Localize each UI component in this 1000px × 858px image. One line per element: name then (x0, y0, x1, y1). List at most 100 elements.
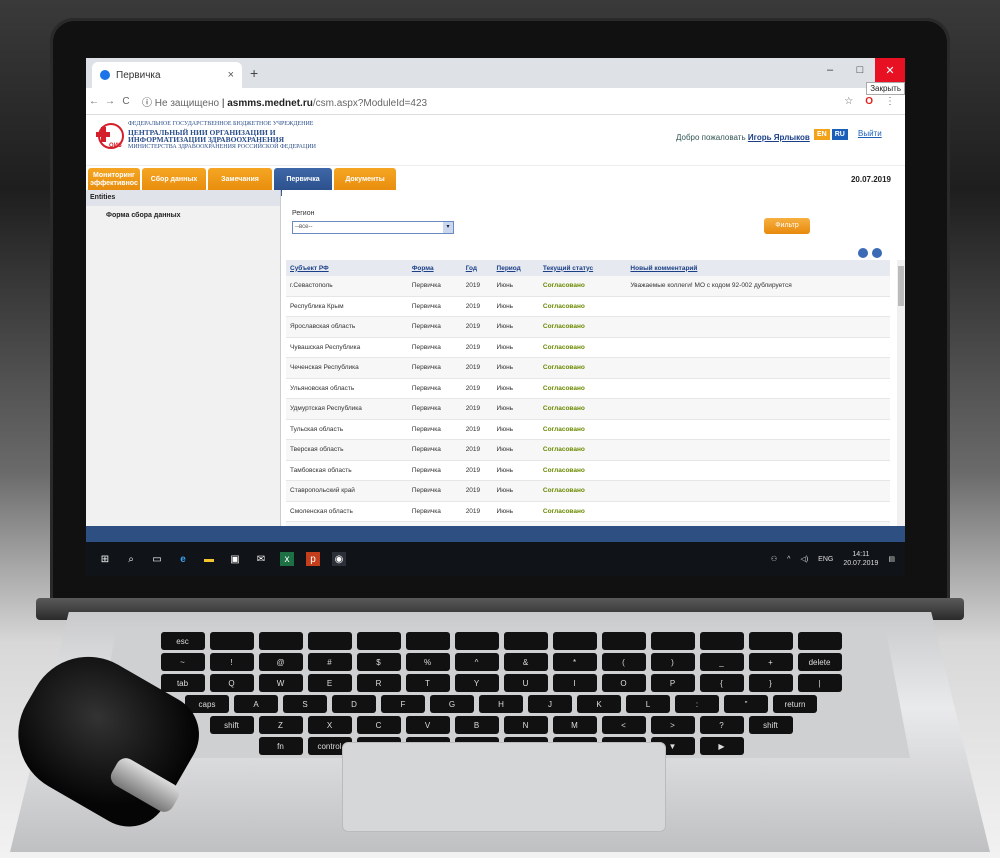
region-select[interactable]: --все-- ▾ (292, 221, 454, 234)
table-cell: Первичка (407, 398, 462, 420)
reload-button[interactable]: C (118, 96, 134, 107)
trackpad (342, 742, 666, 832)
tab-remarks[interactable]: Замечания (208, 168, 272, 192)
table-cell (626, 357, 890, 379)
column-header[interactable]: Новый комментарий (626, 260, 890, 276)
mail-icon[interactable]: ✉ (254, 552, 268, 566)
opera-extension-icon[interactable]: O (865, 96, 873, 107)
tray-chevron-icon[interactable]: ^ (787, 556, 790, 563)
clock[interactable]: 14:11 20.07.2019 (843, 550, 878, 568)
table-cell: Июнь (492, 480, 539, 502)
keyboard-key: T (405, 674, 450, 692)
excel-icon[interactable]: x (280, 552, 294, 566)
table-row[interactable]: Тверская область Первичка 2019 Июнь Согласов… (286, 439, 890, 461)
windows-start-icon[interactable]: ⊞ (98, 552, 112, 566)
table-cell (626, 398, 890, 420)
table-row[interactable]: Тульская область Первичка 2019 Июнь Согласов… (286, 419, 890, 440)
keyboard-lang[interactable]: ENG (818, 556, 833, 563)
tab-data-collection[interactable]: Сбор данных (142, 168, 206, 192)
table-row[interactable]: Тамбовская область Первичка 2019 Июнь Соглас… (286, 460, 890, 481)
close-window-button[interactable]: ✕ (875, 58, 905, 82)
keyboard-key: shift (748, 716, 793, 734)
export-icon[interactable] (858, 248, 868, 258)
table-row[interactable]: Смоленская область Первичка 2019 Июнь Соглас… (286, 501, 890, 522)
table-cell: Согласовано (538, 378, 627, 399)
tab-close-button[interactable]: × (228, 69, 234, 81)
keyboard-key: { (699, 674, 744, 692)
file-explorer-icon[interactable]: ▬ (202, 552, 216, 566)
search-icon[interactable]: ⌕ (124, 552, 138, 566)
url-field[interactable]: ⓘ Не защищено | asmms.mednet.ru/csm.aspx… (142, 94, 427, 109)
table-cell: г.Севастополь (286, 276, 408, 297)
table-cell: 2019 (461, 316, 493, 338)
keyboard-key: ( (601, 653, 646, 671)
table-row[interactable]: Ярославская область Первичка 2019 Июнь Согла… (286, 316, 890, 338)
table-cell: Ульяновская область (286, 378, 408, 399)
column-header[interactable]: Субъект РФ (286, 260, 408, 276)
filter-button[interactable]: Фильтр (764, 218, 810, 234)
column-header[interactable]: Текущий статус (538, 260, 627, 276)
keyboard-key: F (381, 695, 425, 713)
store-icon[interactable]: ▣ (228, 552, 242, 566)
keyboard-key: ^ (454, 653, 499, 671)
settings-icon[interactable] (872, 248, 882, 258)
column-header[interactable]: Форма (407, 260, 462, 276)
keyboard-row: caps A S D F G H J K L: " return (92, 695, 910, 715)
clock-time: 14:11 (852, 551, 870, 558)
table-cell: Ставропольский край (286, 480, 408, 502)
volume-icon[interactable]: ◁) (800, 555, 808, 563)
table-cell (626, 419, 890, 440)
tab-monitoring[interactable]: Мониторинг эффективнос (88, 168, 140, 192)
keyboard-key (699, 632, 744, 650)
forward-button[interactable]: → (102, 96, 118, 107)
logout-link[interactable]: Выйти (858, 129, 882, 138)
keyboard-key: ~ (160, 653, 205, 671)
keyboard-key (258, 632, 303, 650)
table-cell: Июнь (492, 357, 539, 379)
table-scrollbar[interactable] (897, 260, 905, 526)
keyboard-key: H (479, 695, 523, 713)
maximize-button[interactable]: □ (845, 58, 875, 82)
table-cell: Удмуртская Республика (286, 398, 408, 420)
table-cell: Первичка (407, 501, 462, 522)
lang-ru-button[interactable]: RU (831, 129, 848, 140)
table-cell: Республика Крым (286, 296, 408, 317)
keyboard-key: * (552, 653, 597, 671)
keyboard-key: K (577, 695, 621, 713)
powerpoint-icon[interactable]: p (306, 552, 320, 566)
sidebar-item-form[interactable]: Форма сбора данных (86, 206, 280, 219)
table-cell: Первичка (407, 316, 462, 338)
task-view-icon[interactable]: ▭ (150, 552, 164, 566)
lang-en-button[interactable]: EN (814, 129, 830, 140)
table-cell: Согласовано (538, 439, 627, 461)
edge-icon[interactable]: e (176, 552, 190, 566)
keyboard-row: shift Z X C V B N M < >? shift (92, 716, 910, 736)
table-row[interactable]: Чеченская Республика Первичка 2019 Июнь Согл… (286, 357, 890, 379)
table-row[interactable]: Чувашская Республика Первичка 2019 Июнь Согл… (286, 337, 890, 358)
user-link[interactable]: Игорь Ярлыков (748, 133, 810, 142)
bookmark-star-icon[interactable]: ☆ (844, 96, 853, 107)
column-header[interactable]: Год (461, 260, 493, 276)
keyboard-key: esc (160, 632, 205, 650)
table-row[interactable]: Удмуртская Республика Первичка 2019 Июнь Сог… (286, 398, 890, 420)
table-row[interactable]: Республика Крым Первичка 2019 Июнь Согласова… (286, 296, 890, 317)
keyboard-key (356, 632, 401, 650)
browser-tab[interactable]: Первичка × (92, 62, 242, 88)
tab-documents[interactable]: Документы (334, 168, 396, 192)
keyboard-key: Z (258, 716, 303, 734)
keyboard-key (307, 632, 352, 650)
notifications-icon[interactable]: ▤ (888, 555, 895, 563)
back-button[interactable]: ← (86, 96, 102, 107)
table-row[interactable]: Ставропольский край Первичка 2019 Июнь Согла… (286, 480, 890, 502)
table-cell: Согласовано (538, 480, 627, 502)
new-tab-button[interactable]: + (250, 65, 258, 81)
tab-pervichka[interactable]: Первичка (274, 168, 332, 192)
scrollbar-thumb[interactable] (898, 266, 904, 306)
table-row[interactable]: г.Севастополь Первичка 2019 Июнь Согласовано… (286, 276, 890, 297)
people-icon[interactable]: ⚇ (771, 555, 777, 563)
table-row[interactable]: Ульяновская область Первичка 2019 Июнь Согла… (286, 378, 890, 399)
chrome-icon[interactable]: ◉ (332, 552, 346, 566)
minimize-button[interactable]: – (815, 58, 845, 82)
column-header[interactable]: Период (492, 260, 539, 276)
menu-icon[interactable]: ⋮ (885, 96, 895, 107)
